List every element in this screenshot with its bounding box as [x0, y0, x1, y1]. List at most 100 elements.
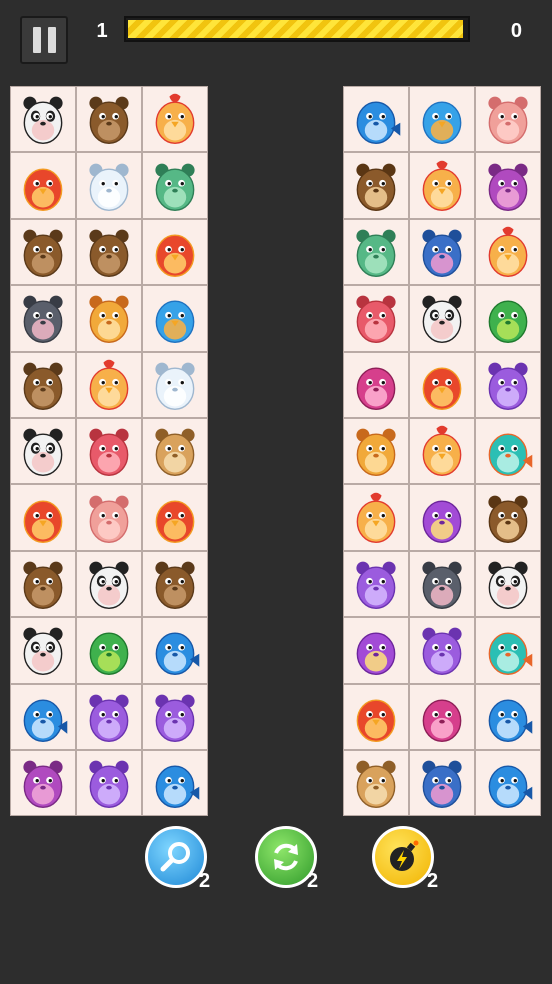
hint-booster-count: 2 [199, 870, 211, 892]
left-tile-8-2[interactable] [142, 617, 208, 684]
right-tile-10-2[interactable] [475, 749, 541, 817]
right-tile-8-0[interactable] [343, 617, 409, 684]
right-tile-5-0[interactable] [343, 417, 409, 485]
right-tile-6-0[interactable] [343, 484, 409, 551]
right-tile-4-1[interactable] [409, 351, 475, 418]
right-tile-2-1[interactable] [409, 218, 475, 286]
tiger-icon [155, 428, 195, 477]
right-tile-1-1[interactable] [409, 152, 475, 219]
left-tile-4-0[interactable] [10, 351, 76, 418]
left-tile-4-1[interactable] [76, 351, 142, 418]
pig-red-icon [356, 295, 396, 344]
right-tile-0-2[interactable] [475, 86, 541, 153]
left-tile-8-0[interactable] [10, 617, 76, 684]
left-tile-2-0[interactable] [10, 218, 76, 286]
left-tile-7-2[interactable] [142, 550, 208, 618]
left-tile-6-1[interactable] [76, 484, 142, 551]
left-tile-board [10, 86, 208, 817]
left-tile-6-2[interactable] [142, 484, 208, 551]
left-tile-3-2[interactable] [142, 285, 208, 352]
bird-blue-icon [155, 300, 195, 344]
bear-icon [23, 362, 63, 410]
chicken-icon [422, 160, 462, 211]
hint-booster-button[interactable] [145, 826, 207, 888]
bird-red-icon [23, 500, 63, 543]
right-tile-4-0[interactable] [343, 351, 409, 418]
right-tile-6-1[interactable] [409, 484, 475, 551]
bomb-booster-button[interactable] [372, 826, 434, 888]
hippo-green-icon [155, 163, 195, 211]
left-tile-7-1[interactable] [76, 550, 142, 618]
left-tile-2-2[interactable] [142, 218, 208, 286]
right-tile-7-0[interactable] [343, 550, 409, 618]
left-tile-5-1[interactable] [76, 417, 142, 485]
right-tile-9-0[interactable] [343, 683, 409, 750]
bunny-icon [89, 760, 129, 809]
octopus-icon [422, 500, 462, 543]
bunny-icon [488, 362, 528, 410]
lion-icon [356, 428, 396, 477]
dino-icon [488, 300, 528, 344]
pause-icon-bar [32, 27, 41, 53]
panda-icon [23, 96, 63, 145]
left-tile-9-2[interactable] [142, 683, 208, 750]
cat-purple-icon [488, 163, 528, 211]
left-tile-1-2[interactable] [142, 152, 208, 219]
left-tile-9-1[interactable] [76, 683, 142, 750]
left-tile-3-0[interactable] [10, 285, 76, 352]
pause-button[interactable] [20, 16, 68, 64]
right-tile-4-2[interactable] [475, 351, 541, 418]
right-tile-3-1[interactable] [409, 285, 475, 352]
right-tile-1-0[interactable] [343, 152, 409, 219]
bird-red-icon [155, 234, 195, 277]
fish-teal-icon [488, 632, 533, 676]
right-tile-7-1[interactable] [409, 550, 475, 618]
left-tile-5-2[interactable] [142, 417, 208, 485]
right-tile-6-2[interactable] [475, 484, 541, 551]
right-tile-5-1[interactable] [409, 417, 475, 485]
right-tile-2-0[interactable] [343, 218, 409, 286]
left-tile-3-1[interactable] [76, 285, 142, 352]
chicken-icon [488, 226, 528, 277]
right-tile-10-1[interactable] [409, 749, 475, 817]
left-tile-8-1[interactable] [76, 617, 142, 684]
bomb-icon [390, 840, 419, 871]
mouse-icon [422, 561, 462, 609]
right-tile-2-2[interactable] [475, 218, 541, 286]
right-tile-0-1[interactable] [409, 86, 475, 153]
left-tile-0-1[interactable] [76, 86, 142, 153]
left-tile-0-2[interactable] [142, 86, 208, 153]
right-tile-7-2[interactable] [475, 550, 541, 618]
timer-bar-fill [128, 20, 463, 38]
left-tile-5-0[interactable] [10, 417, 76, 485]
right-tile-8-2[interactable] [475, 617, 541, 684]
right-tile-9-1[interactable] [409, 683, 475, 750]
right-tile-8-1[interactable] [409, 617, 475, 684]
right-tile-0-0[interactable] [343, 86, 409, 153]
fish-blue-icon [356, 101, 401, 145]
right-tile-3-2[interactable] [475, 285, 541, 352]
right-tile-9-2[interactable] [475, 683, 541, 750]
left-tile-10-1[interactable] [76, 749, 142, 817]
left-tile-10-2[interactable] [142, 749, 208, 817]
left-tile-7-0[interactable] [10, 550, 76, 618]
left-tile-9-0[interactable] [10, 683, 76, 750]
left-tile-1-1[interactable] [76, 152, 142, 219]
left-tile-10-0[interactable] [10, 749, 76, 817]
left-tile-0-0[interactable] [10, 86, 76, 153]
right-tile-10-0[interactable] [343, 749, 409, 817]
hippo-green-icon [356, 229, 396, 277]
flamingo-icon [356, 367, 396, 410]
panda-icon [422, 295, 462, 344]
bunny-icon [356, 561, 396, 609]
right-tile-3-0[interactable] [343, 285, 409, 352]
shuffle-icon [274, 843, 298, 871]
left-tile-2-1[interactable] [76, 218, 142, 286]
left-tile-1-0[interactable] [10, 152, 76, 219]
pause-icon-bar [47, 27, 56, 53]
left-tile-4-2[interactable] [142, 351, 208, 418]
right-tile-5-2[interactable] [475, 417, 541, 485]
right-tile-1-2[interactable] [475, 152, 541, 219]
left-tile-6-0[interactable] [10, 484, 76, 551]
fish-blue-icon [488, 699, 533, 742]
